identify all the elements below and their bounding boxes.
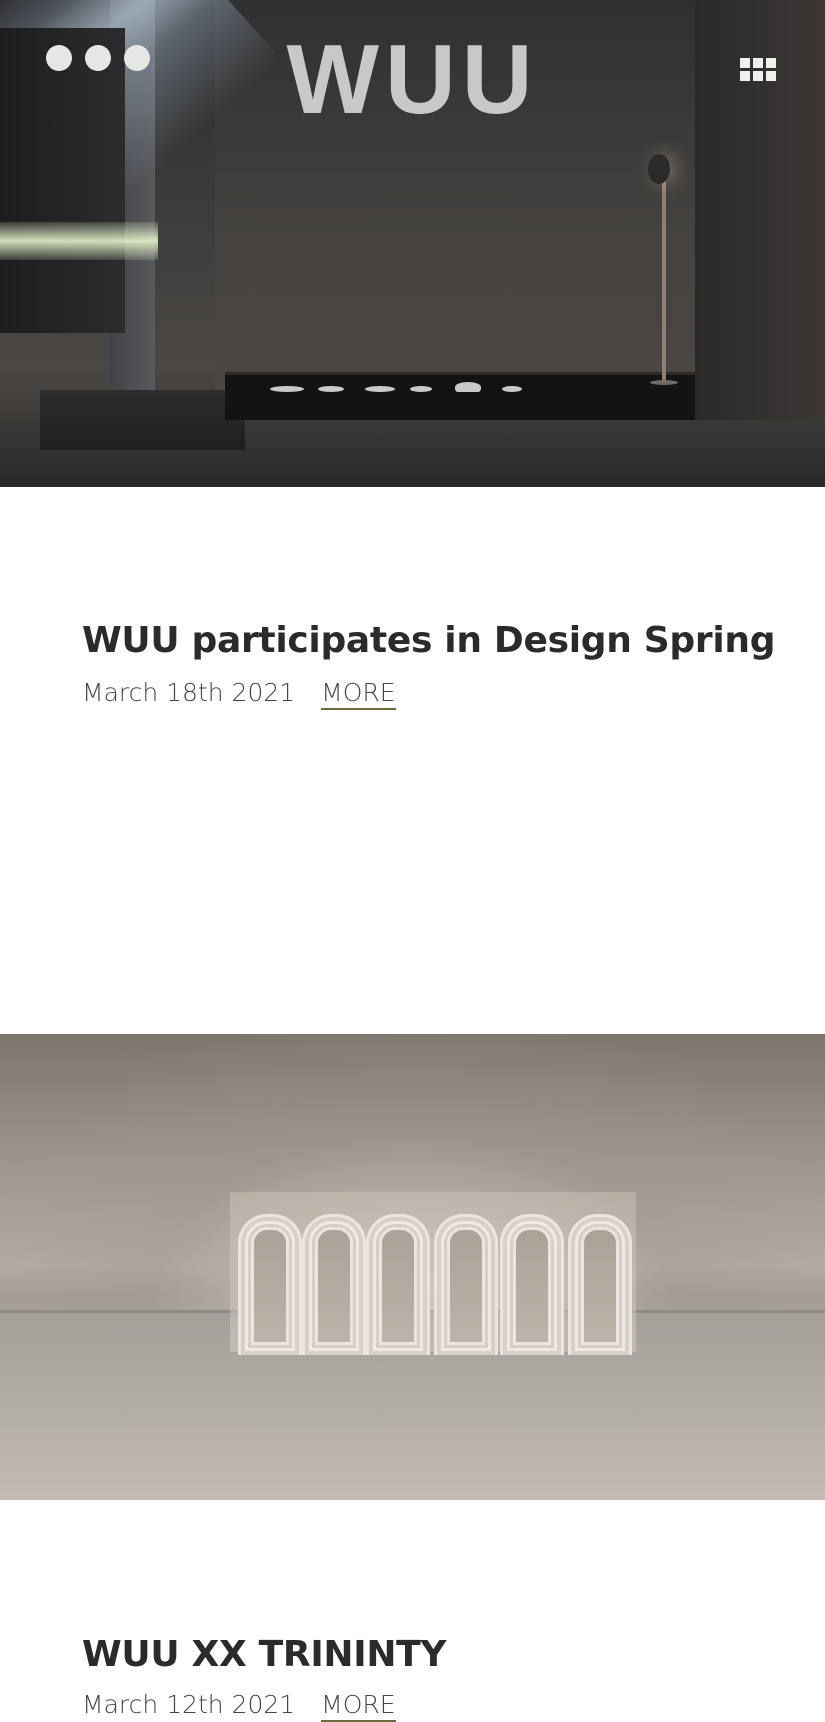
arch bbox=[366, 1214, 430, 1355]
dot bbox=[46, 45, 72, 71]
post-title[interactable]: WUU participates in Design Spring bbox=[82, 620, 776, 661]
more-link[interactable]: MORE bbox=[321, 678, 396, 710]
hero-bench bbox=[40, 390, 245, 450]
hero-floor-lamp-base bbox=[650, 380, 678, 385]
grid-cell bbox=[740, 58, 750, 68]
arch bbox=[434, 1214, 498, 1355]
dot bbox=[124, 45, 150, 71]
grid-icon[interactable] bbox=[740, 58, 776, 82]
post-meta: March 12th 2021 MORE bbox=[82, 1690, 396, 1722]
dot bbox=[85, 45, 111, 71]
grid-cell bbox=[740, 71, 750, 81]
post-meta: March 18th 2021 MORE bbox=[82, 678, 396, 710]
hero-exhibit-objects bbox=[270, 378, 530, 396]
arch bbox=[302, 1214, 366, 1355]
hero-floor-lamp-pole bbox=[662, 170, 666, 385]
post-date: March 18th 2021 bbox=[82, 678, 296, 707]
grid-cell bbox=[753, 71, 763, 81]
more-link[interactable]: MORE bbox=[321, 1690, 396, 1722]
post-image-arches[interactable] bbox=[0, 1034, 825, 1500]
post-title[interactable]: WUU XX TRININTY bbox=[82, 1634, 447, 1675]
hero-floor-lamp-head bbox=[648, 154, 670, 184]
arch bbox=[500, 1214, 564, 1355]
grid-cell bbox=[766, 58, 776, 68]
hero-cabinet-light bbox=[0, 222, 158, 260]
arch-structure bbox=[230, 1192, 636, 1355]
grid-cell bbox=[766, 71, 776, 81]
grid-cell bbox=[753, 58, 763, 68]
hero-image: WUU bbox=[0, 0, 825, 487]
more-dots-icon[interactable] bbox=[46, 44, 150, 72]
arch bbox=[568, 1214, 632, 1355]
post-date: March 12th 2021 bbox=[82, 1690, 296, 1719]
arch bbox=[238, 1214, 302, 1355]
